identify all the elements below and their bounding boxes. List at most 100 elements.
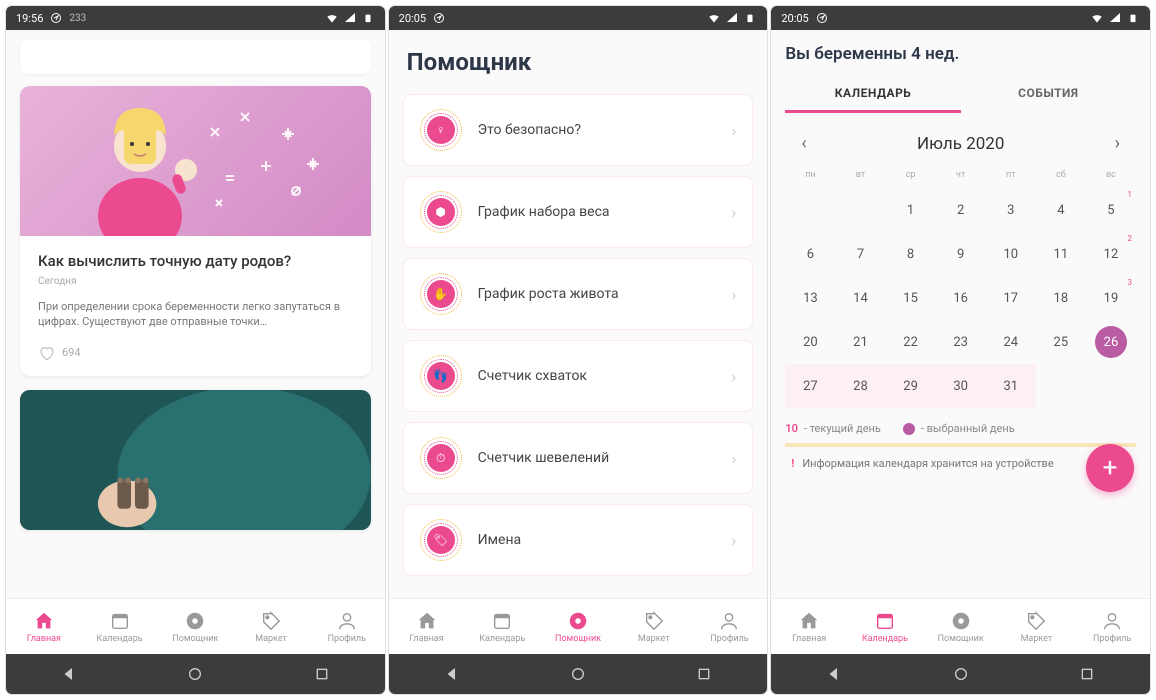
helper-item-4[interactable]: ⏱Счетчик шевелений› bbox=[403, 422, 754, 494]
nav-person[interactable]: Профиль bbox=[309, 599, 385, 654]
article-likes[interactable]: 694 bbox=[38, 344, 353, 362]
calendar-day[interactable]: 10 bbox=[986, 232, 1036, 276]
calendar-day[interactable]: 13 bbox=[785, 276, 835, 320]
calendar-day[interactable]: 22 bbox=[886, 320, 936, 364]
status-bar: 20:05 bbox=[771, 6, 1150, 30]
calendar-day[interactable]: 11 bbox=[1036, 232, 1086, 276]
calendar-day[interactable]: 3 bbox=[986, 188, 1036, 232]
prev-month[interactable]: ‹ bbox=[793, 129, 814, 158]
nav-tag[interactable]: Маркет bbox=[616, 599, 692, 654]
nav-home[interactable]: Главная bbox=[6, 599, 82, 654]
disc-icon bbox=[184, 610, 206, 632]
home-button[interactable] bbox=[180, 659, 210, 689]
battery-icon bbox=[743, 11, 757, 25]
wifi-icon bbox=[1090, 11, 1104, 25]
status-icon bbox=[432, 11, 446, 25]
article-text: При определении срока беременности легко… bbox=[38, 299, 353, 330]
helper-list: ♀Это безопасно?› ⬢График набора веса› ✋Гра… bbox=[403, 94, 754, 576]
calendar-day[interactable]: 122 bbox=[1086, 232, 1136, 276]
calendar-day[interactable]: 14 bbox=[835, 276, 885, 320]
helper-item-5[interactable]: 🏷Имена› bbox=[403, 504, 754, 576]
calendar-day[interactable]: 27 bbox=[785, 364, 835, 408]
nav-calendar[interactable]: Календарь bbox=[847, 599, 923, 654]
helper-item-3[interactable]: 👣Счетчик схваток› bbox=[403, 340, 754, 412]
chevron-right-icon: › bbox=[732, 367, 737, 386]
person-icon bbox=[1101, 610, 1123, 632]
back-button[interactable] bbox=[819, 659, 849, 689]
nav-disc[interactable]: Помощник bbox=[540, 599, 616, 654]
calendar-icon bbox=[874, 610, 896, 632]
signal-icon bbox=[1108, 11, 1122, 25]
calendar-day[interactable]: 16 bbox=[936, 276, 986, 320]
calendar-day[interactable]: 31 bbox=[986, 364, 1036, 408]
helper-content: Помощник ♀Это безопасно?›⬢График набора … bbox=[389, 30, 768, 598]
calendar-day[interactable]: 25 bbox=[1036, 320, 1086, 364]
calendar-day[interactable]: 1 bbox=[886, 188, 936, 232]
nav-home[interactable]: Главная bbox=[771, 599, 847, 654]
add-button[interactable]: + bbox=[1086, 444, 1134, 492]
helper-icon: ⏱ bbox=[420, 437, 462, 479]
tab-events[interactable]: СОБЫТИЯ bbox=[961, 76, 1136, 113]
back-button[interactable] bbox=[54, 659, 84, 689]
nav-label: Календарь bbox=[97, 634, 143, 644]
article-title: Как вычислить точную дату родов? bbox=[38, 252, 353, 270]
tab-calendar[interactable]: КАЛЕНДАРЬ bbox=[785, 76, 960, 113]
nav-disc[interactable]: Помощник bbox=[157, 599, 233, 654]
helper-item-2[interactable]: ✋График роста живота› bbox=[403, 258, 754, 330]
status-extra: 233 bbox=[69, 13, 86, 24]
nav-calendar[interactable]: Календарь bbox=[82, 599, 158, 654]
calendar-day[interactable]: 20 bbox=[785, 320, 835, 364]
nav-person[interactable]: Профиль bbox=[692, 599, 768, 654]
calendar-day[interactable]: 7 bbox=[835, 232, 885, 276]
calendar-day[interactable]: 2 bbox=[936, 188, 986, 232]
calendar-day[interactable]: 30 bbox=[936, 364, 986, 408]
nav-tag[interactable]: Маркет bbox=[233, 599, 309, 654]
calendar-day[interactable]: 193 bbox=[1086, 276, 1136, 320]
calendar-day[interactable]: 4 bbox=[1036, 188, 1086, 232]
calendar-day[interactable]: 26 bbox=[1086, 320, 1136, 364]
calendar-day[interactable]: 21 bbox=[835, 320, 885, 364]
next-month[interactable]: › bbox=[1107, 129, 1128, 158]
weekday-label: вт bbox=[835, 170, 885, 180]
nav-home[interactable]: Главная bbox=[389, 599, 465, 654]
calendar-day[interactable]: 29 bbox=[886, 364, 936, 408]
helper-item-1[interactable]: ⬢График набора веса› bbox=[403, 176, 754, 248]
calendar-day[interactable]: 6 bbox=[785, 232, 835, 276]
calendar-day[interactable]: 28 bbox=[835, 364, 885, 408]
bottom-nav: ГлавнаяКалендарьПомощникМаркетПрофиль bbox=[389, 598, 768, 654]
home-button[interactable] bbox=[563, 659, 593, 689]
nav-label: Профиль bbox=[328, 634, 366, 644]
status-bar: 20:05 bbox=[389, 6, 768, 30]
legend-current: - текущий день bbox=[804, 422, 881, 435]
nav-label: Маркет bbox=[255, 634, 287, 644]
chevron-right-icon: › bbox=[732, 531, 737, 550]
calendar-day[interactable]: 9 bbox=[936, 232, 986, 276]
calendar-day[interactable]: 18 bbox=[1036, 276, 1086, 320]
calendar-day[interactable]: 24 bbox=[986, 320, 1036, 364]
helper-label: График набора веса bbox=[478, 204, 716, 220]
article-card[interactable]: Как вычислить точную дату родов? Сегодня… bbox=[20, 86, 371, 376]
calendar-day bbox=[1036, 364, 1086, 408]
calendar-day[interactable]: 15 bbox=[886, 276, 936, 320]
calendar-day[interactable]: 8 bbox=[886, 232, 936, 276]
helper-label: Счетчик схваток bbox=[478, 368, 716, 384]
home-button[interactable] bbox=[946, 659, 976, 689]
weekday-label: пт bbox=[986, 170, 1036, 180]
card-stub[interactable] bbox=[20, 40, 371, 74]
calendar-day[interactable]: 17 bbox=[986, 276, 1036, 320]
calendar-day[interactable]: 23 bbox=[936, 320, 986, 364]
nav-calendar[interactable]: Календарь bbox=[464, 599, 540, 654]
weekday-label: ср bbox=[886, 170, 936, 180]
nav-disc[interactable]: Помощник bbox=[923, 599, 999, 654]
recent-button[interactable] bbox=[1072, 659, 1102, 689]
nav-tag[interactable]: Маркет bbox=[999, 599, 1075, 654]
page-title: Вы беременны 4 нед. bbox=[785, 44, 1136, 64]
back-button[interactable] bbox=[437, 659, 467, 689]
helper-item-0[interactable]: ♀Это безопасно?› bbox=[403, 94, 754, 166]
calendar-icon bbox=[109, 610, 131, 632]
recent-button[interactable] bbox=[307, 659, 337, 689]
calendar-day[interactable]: 51 bbox=[1086, 188, 1136, 232]
article-card-2[interactable] bbox=[20, 390, 371, 530]
nav-person[interactable]: Профиль bbox=[1074, 599, 1150, 654]
recent-button[interactable] bbox=[689, 659, 719, 689]
